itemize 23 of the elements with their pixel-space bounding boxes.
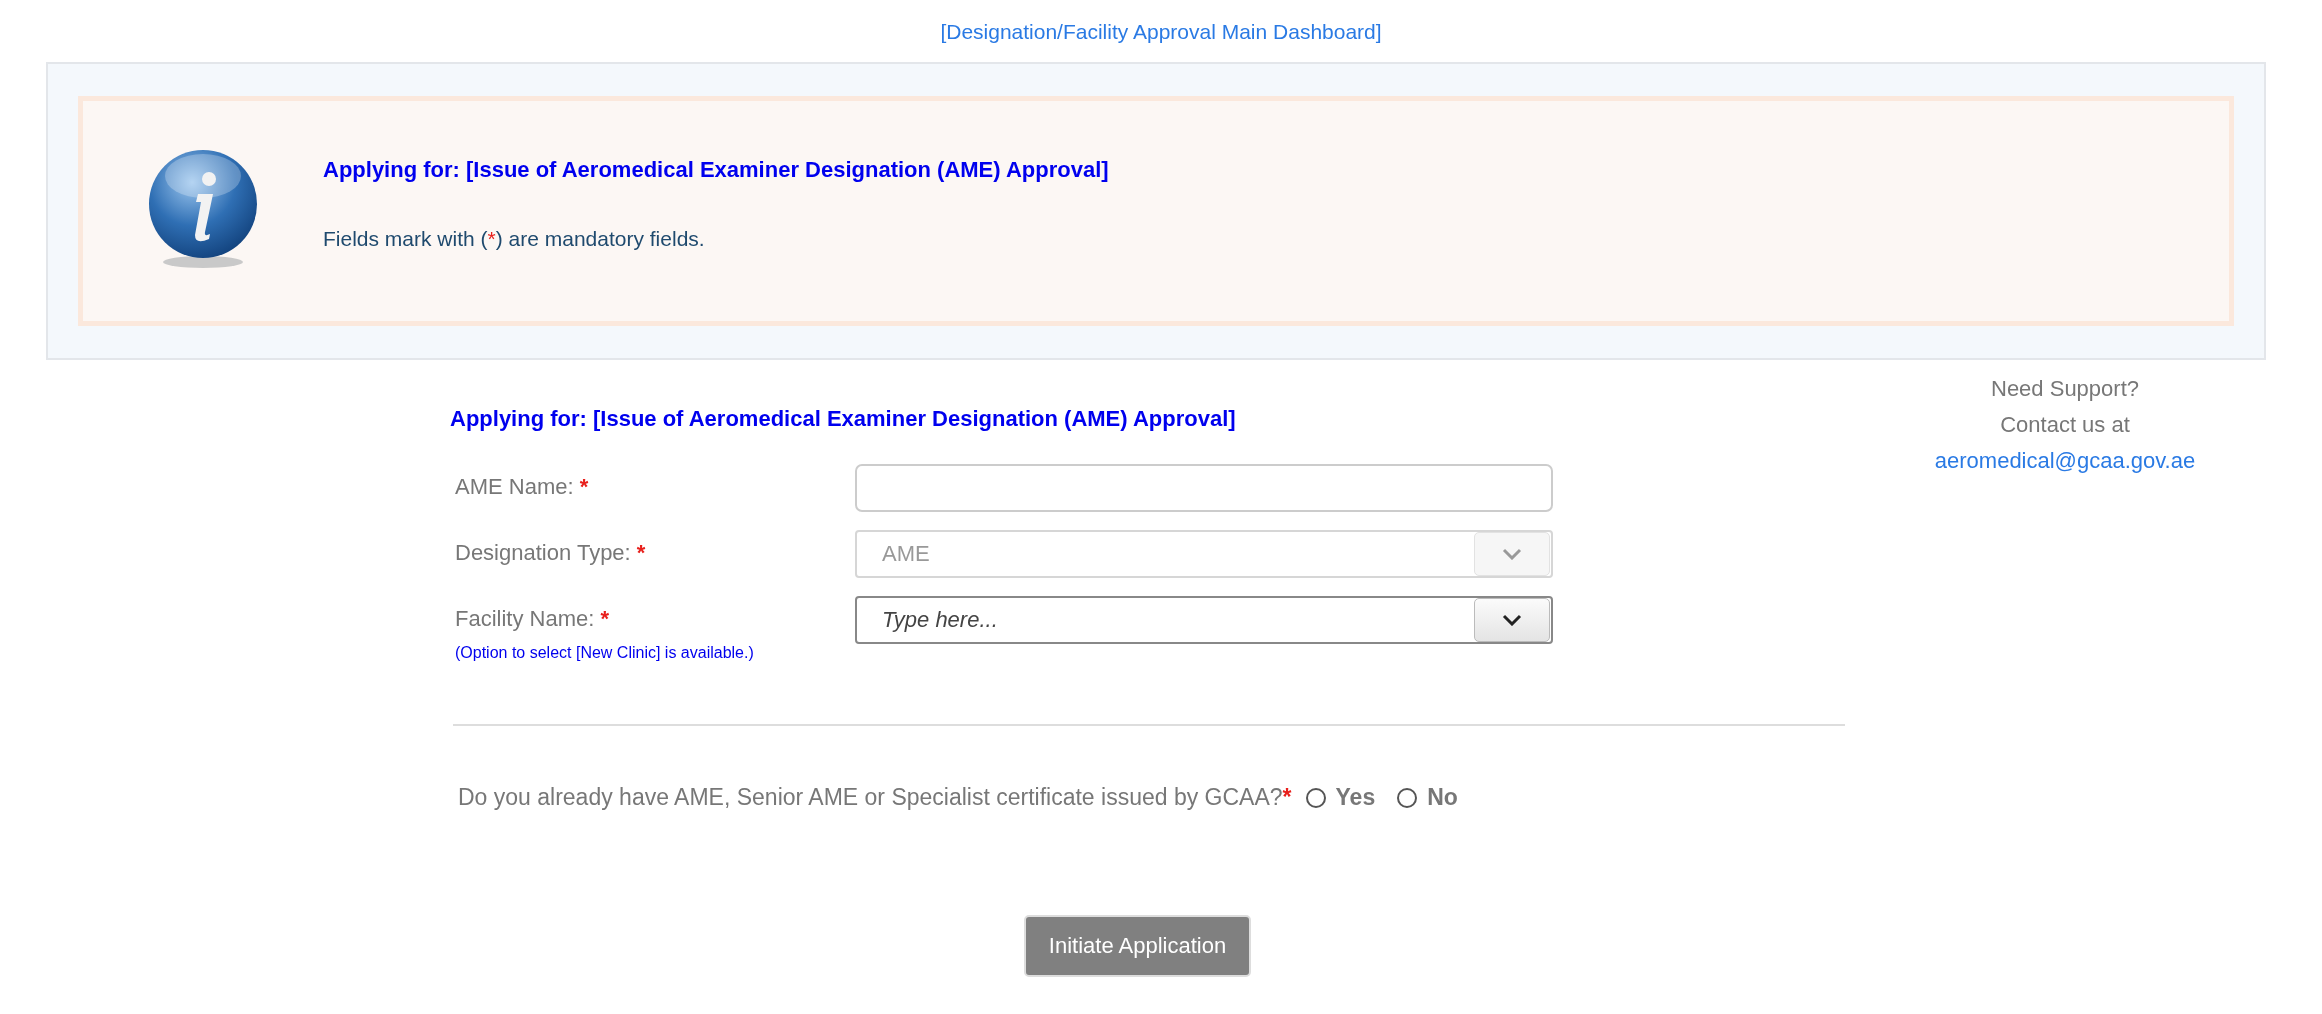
support-text: Need Support? [1990, 376, 2140, 403]
dashboard-link[interactable]: [Designation/Facility Approval Main Dashboard] [940, 20, 1382, 43]
form-heading: Applying for: [Issue of Aeromedical Examiner Designation (AME) Approval] [450, 406, 1237, 433]
chevron-down-icon [1502, 548, 1522, 560]
field-hint: (Option to select [New Clinic] is available.) [455, 644, 755, 662]
field-label: Facility Name: * [455, 606, 611, 632]
radio-label[interactable]: No [1427, 784, 1458, 811]
field-label: Designation Type: * [455, 540, 647, 566]
info-heading: Applying for: [Issue of Aeromedical Examiner Designation (AME) Approval] [323, 157, 1109, 183]
radio-button[interactable] [1397, 787, 1418, 808]
initiate-application-button[interactable]: Initiate Application [1023, 915, 1252, 977]
radio-button[interactable] [1305, 787, 1326, 808]
support-text: Contact us at [1999, 412, 2131, 439]
dropdown-field[interactable]: Type here... [855, 596, 1553, 644]
radio-label[interactable]: Yes [1335, 784, 1376, 811]
required-mark: * [1282, 784, 1292, 811]
input-field[interactable] [855, 464, 1553, 512]
chevron-down-icon [1502, 614, 1522, 626]
field-label: AME Name: * [455, 474, 590, 500]
dropdown-button[interactable] [1474, 598, 1550, 642]
mandatory-note: Fields mark with (*) are mandatory fields. [323, 227, 706, 251]
email-link[interactable]: aeromedical@gcaa.gov.ae [1934, 448, 2196, 473]
question-label: Do you already have AME, Senior AME or Specialist certificate issued by GCAA? [458, 784, 1283, 811]
